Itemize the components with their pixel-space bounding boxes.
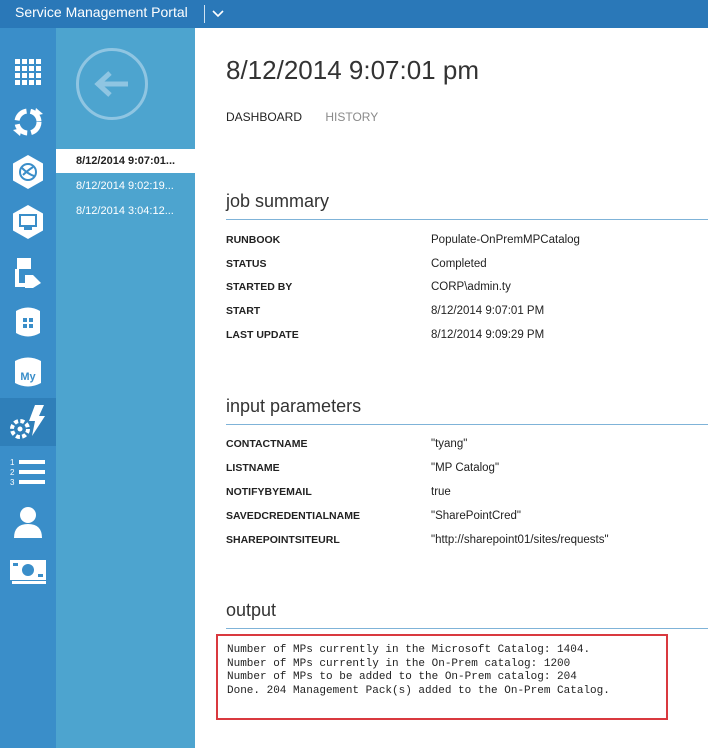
automation-cycle-icon[interactable] [0, 98, 56, 146]
websites-icon[interactable] [0, 148, 56, 196]
parameter-value: true [431, 486, 451, 498]
navigation-rail: My 1 2 3 [0, 28, 56, 748]
summary-value: Completed [431, 258, 487, 270]
svg-text:My: My [20, 371, 36, 383]
virtual-machines-icon[interactable] [0, 198, 56, 246]
svg-text:3: 3 [10, 478, 15, 487]
jobs-list-panel: 8/12/2014 9:07:01... 8/12/2014 9:02:19..… [56, 28, 195, 748]
svg-text:1: 1 [10, 458, 15, 467]
parameter-row: SHAREPOINTSITEURL "http://sharepoint01/s… [226, 534, 708, 558]
tab-history[interactable]: HISTORY [325, 110, 378, 124]
summary-row: LAST UPDATE 8/12/2014 9:09:29 PM [226, 329, 708, 353]
summary-row: RUNBOOK Populate-OnPremMPCatalog [226, 234, 708, 258]
automation-runbooks-icon[interactable] [0, 398, 56, 446]
summary-row: START 8/12/2014 9:07:01 PM [226, 305, 708, 329]
parameter-value: "tyang" [431, 438, 468, 450]
back-button[interactable] [76, 48, 148, 120]
output-line: Number of MPs currently in the Microsoft… [227, 644, 591, 656]
parameter-value: "SharePointCred" [431, 510, 521, 522]
job-summary-divider [226, 219, 708, 220]
summary-label: STARTED BY [226, 281, 293, 293]
summary-value: 8/12/2014 9:07:01 PM [431, 305, 545, 317]
job-list-item[interactable]: 8/12/2014 9:07:01... [56, 149, 195, 173]
user-accounts-icon[interactable] [0, 498, 56, 546]
portal-title[interactable]: Service Management Portal [15, 4, 188, 20]
parameter-label: NOTIFYBYEMAIL [226, 486, 312, 498]
summary-row: STATUS Completed [226, 258, 708, 282]
job-list-item[interactable]: 8/12/2014 3:04:12... [56, 199, 195, 223]
all-items-grid-icon[interactable] [0, 48, 56, 96]
input-parameters-heading: input parameters [226, 396, 362, 416]
summary-label: RUNBOOK [226, 234, 281, 246]
service-bus-icon[interactable] [0, 248, 56, 296]
parameter-row: CONTACTNAME "tyang" [226, 438, 708, 462]
summary-value: Populate-OnPremMPCatalog [431, 234, 580, 246]
output-heading: output [226, 600, 277, 620]
output-line: Number of MPs to be added to the On-Prem… [227, 671, 577, 683]
parameter-label: SAVEDCREDENTIALNAME [226, 510, 360, 522]
parameter-row: NOTIFYBYEMAIL true [226, 486, 708, 510]
mysql-database-icon[interactable]: My [0, 348, 56, 396]
parameter-label: LISTNAME [226, 462, 280, 474]
output-line: Done. 204 Management Pack(s) added to th… [227, 684, 610, 697]
parameter-value: "MP Catalog" [431, 462, 500, 474]
output-line: Number of MPs currently in the On-Prem c… [227, 657, 571, 670]
detail-tabs: DASHBOARD HISTORY [226, 110, 398, 124]
plans-list-icon[interactable]: 1 2 3 [0, 448, 56, 496]
summary-label: LAST UPDATE [226, 329, 299, 341]
tab-dashboard[interactable]: DASHBOARD [226, 110, 302, 124]
parameter-value: "http://sharepoint01/sites/requests" [431, 534, 609, 546]
summary-value: 8/12/2014 9:09:29 PM [431, 329, 545, 341]
parameter-row: SAVEDCREDENTIALNAME "SharePointCred" [226, 510, 708, 534]
svg-text:2: 2 [10, 468, 15, 477]
parameter-label: SHAREPOINTSITEURL [226, 534, 340, 546]
summary-value: CORP\admin.ty [431, 281, 511, 293]
page-title: 8/12/2014 9:07:01 pm [226, 55, 479, 85]
sql-database-icon[interactable] [0, 298, 56, 346]
subscriptions-icon[interactable] [0, 548, 56, 596]
parameter-label: CONTACTNAME [226, 438, 308, 450]
input-parameters-divider [226, 424, 708, 425]
output-console[interactable]: Number of MPs currently in the Microsoft… [216, 634, 668, 720]
summary-label: STATUS [226, 258, 267, 270]
job-list-item[interactable]: 8/12/2014 9:02:19... [56, 174, 195, 198]
summary-label: START [226, 305, 261, 317]
job-detail-pane: 8/12/2014 9:07:01 pm DASHBOARD HISTORY j… [195, 28, 708, 748]
summary-row: STARTED BY CORP\admin.ty [226, 281, 708, 305]
top-bar-divider [204, 5, 205, 23]
output-divider [226, 628, 708, 629]
chevron-down-icon[interactable] [210, 4, 226, 22]
parameter-row: LISTNAME "MP Catalog" [226, 462, 708, 486]
job-summary-heading: job summary [226, 191, 330, 211]
arrow-left-icon [94, 71, 128, 97]
top-bar: Service Management Portal [0, 0, 708, 28]
